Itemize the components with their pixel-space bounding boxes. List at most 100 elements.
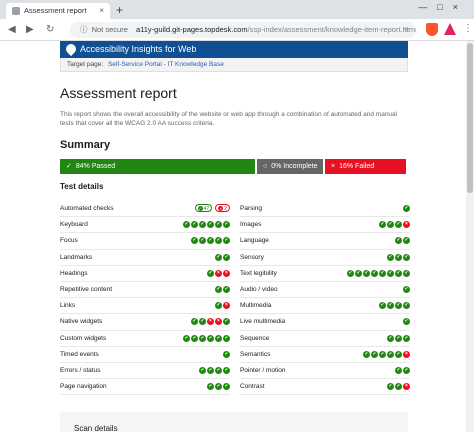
pass-count: 47 — [203, 206, 210, 212]
pass-icon: ✓ — [403, 237, 410, 245]
test-result-icons: ✓ — [403, 205, 410, 212]
passed-label: 84% Passed — [75, 163, 116, 170]
pass-icon: ✓ — [403, 334, 410, 342]
test-row: Automated checks ✓ 47 × 2 — [60, 201, 230, 218]
pass-icon: ✓ — [223, 318, 230, 326]
test-row: Sensory ✓ ✓ ✓ — [240, 250, 410, 266]
target-page-label: Target page: — [67, 61, 104, 68]
pass-icon: ✓ — [223, 350, 230, 358]
pass-icon: ✓ — [387, 269, 394, 277]
page-scrollbar[interactable] — [466, 41, 474, 432]
test-result-icons: ✓ — [223, 350, 230, 358]
pass-icon: ✓ — [347, 269, 354, 277]
pass-icon: ✓ — [403, 205, 410, 212]
scan-details-panel: Scan details — [60, 412, 408, 432]
pass-icon: ✓ — [223, 383, 230, 391]
header-title: Accessibility Insights for Web — [80, 44, 197, 54]
test-row: Focus ✓ ✓ ✓ ✓ ✓ — [60, 233, 230, 250]
test-row: Native widgets ✓ ✓ × × ✓ — [60, 314, 230, 331]
test-row: Audio / video ✓ — [240, 282, 410, 299]
pass-icon: ✓ — [403, 302, 410, 310]
test-result-icons: ✓ ✓ — [395, 237, 410, 245]
test-result-icons: ✓ ✓ ✓ — [207, 383, 230, 391]
forward-icon[interactable]: ▶ — [26, 23, 34, 36]
test-name: Keyboard — [60, 221, 88, 229]
page-title: Assessment report — [60, 85, 177, 101]
fail-icon: × — [207, 318, 214, 326]
fail-count: 2 — [224, 206, 227, 212]
failed-label: 16% Failed — [339, 163, 375, 170]
test-result-icons: ✓ ✓ — [395, 366, 410, 374]
pass-icon: ✓ — [379, 302, 386, 310]
scrollbar-thumb[interactable] — [467, 43, 473, 193]
test-row: Text legibility ✓ ✓ ✓ ✓ ✓ ✓ ✓ ✓ — [240, 266, 410, 282]
test-name: Errors / status — [60, 366, 101, 374]
test-result-icons: ✓ ✓ ✓ ✓ ✓ ✓ ✓ ✓ — [347, 269, 410, 277]
test-result-icons: ✓ — [403, 285, 410, 293]
pass-icon: ✓ — [395, 366, 402, 374]
pass-icon: ✓ — [215, 302, 222, 310]
pass-icon: ✓ — [191, 334, 198, 342]
test-name: Text legibility — [240, 269, 277, 277]
window-controls[interactable]: —□× — [418, 2, 468, 12]
test-row: Timed events ✓ — [60, 347, 230, 363]
test-result-icons: ✓ ✓ × × ✓ — [191, 318, 230, 326]
pass-icon: ✓ — [403, 269, 410, 277]
test-details-heading: Test details — [60, 182, 104, 191]
pass-icon: ✓ — [387, 253, 394, 261]
pass-icon: ✓ — [395, 221, 402, 229]
pass-icon: ✓ — [207, 334, 214, 342]
security-text: Not secure — [91, 25, 128, 34]
target-page-link[interactable]: Self-Service Portal - IT Knowledge Base — [108, 61, 224, 68]
pass-icon: ✓ — [215, 366, 222, 374]
pass-icon: ✓ — [215, 253, 222, 261]
target-page-bar: Target page: Self-Service Portal - IT Kn… — [60, 58, 408, 72]
bookmark-star-icon[interactable]: ☆ — [403, 22, 410, 38]
test-result-icons: ✓ 47 × 2 — [193, 204, 230, 212]
test-name: Multimedia — [240, 302, 272, 310]
browser-tab[interactable]: Assessment report × — [6, 3, 110, 19]
pass-icon: ✓ — [387, 334, 394, 342]
tab-close-icon[interactable]: × — [99, 3, 104, 19]
test-result-icons: ✓ ✓ ✓ ✓ ✓ — [191, 237, 230, 245]
page-content: Accessibility Insights for Web Target pa… — [0, 41, 474, 432]
test-row: Keyboard ✓ ✓ ✓ ✓ ✓ ✓ — [60, 217, 230, 234]
pass-icon: ✓ — [223, 237, 230, 245]
test-result-icons: ✓ ✓ ✓ × — [379, 221, 410, 229]
test-row: Live multimedia ✓ — [240, 314, 410, 331]
pass-icon: ✓ — [191, 237, 198, 245]
pass-icon: ✓ — [387, 350, 394, 358]
security-info-icon[interactable]: ⓘ — [80, 25, 88, 34]
test-row: Images ✓ ✓ ✓ × — [240, 217, 410, 234]
tab-strip: Assessment report × + —□× — [0, 0, 474, 19]
test-result-icons: ✓ ✓ ✓ ✓ ✓ ✓ — [183, 334, 230, 342]
accessibility-insights-logo-icon — [63, 41, 79, 57]
circle-icon: ○ — [263, 163, 268, 170]
address-bar[interactable]: ⓘ Not secure a11y-guild.git-pages.topdes… — [70, 22, 416, 38]
test-row: Repetitive content ✓ ✓ — [60, 282, 230, 299]
test-name: Contrast — [240, 383, 265, 391]
back-icon[interactable]: ◀ — [8, 23, 16, 36]
test-row: Sequence ✓ ✓ ✓ — [240, 331, 410, 347]
test-name: Images — [240, 221, 262, 229]
browser-menu-icon[interactable]: ⋮ — [463, 23, 473, 34]
fail-icon: × — [215, 318, 222, 326]
test-result-icons: ✓ × × — [207, 269, 230, 277]
brave-shield-icon[interactable] — [426, 23, 438, 36]
test-row: Errors / status ✓ ✓ ✓ ✓ — [60, 363, 230, 380]
test-row: Parsing ✓ — [240, 201, 410, 218]
rewards-triangle-icon[interactable] — [444, 23, 456, 35]
pass-icon: ✓ — [191, 318, 198, 326]
new-tab-button[interactable]: + — [116, 3, 123, 17]
pass-icon: ✓ — [223, 334, 230, 342]
test-name: Semantics — [240, 350, 271, 358]
fail-icon: × — [218, 206, 224, 212]
fail-icon: × — [403, 383, 410, 391]
pass-icon: ✓ — [223, 285, 230, 293]
test-result-icons: ✓ ✓ ✓ ✓ ✓ × — [363, 350, 410, 358]
reload-icon[interactable]: ↻ — [46, 23, 54, 36]
url-path: /ssp-index/assessment/knowledge-item-rep… — [247, 25, 416, 34]
pass-icon: ✓ — [223, 253, 230, 261]
test-row: Links ✓ × — [60, 298, 230, 315]
fail-icon: × — [403, 221, 410, 229]
